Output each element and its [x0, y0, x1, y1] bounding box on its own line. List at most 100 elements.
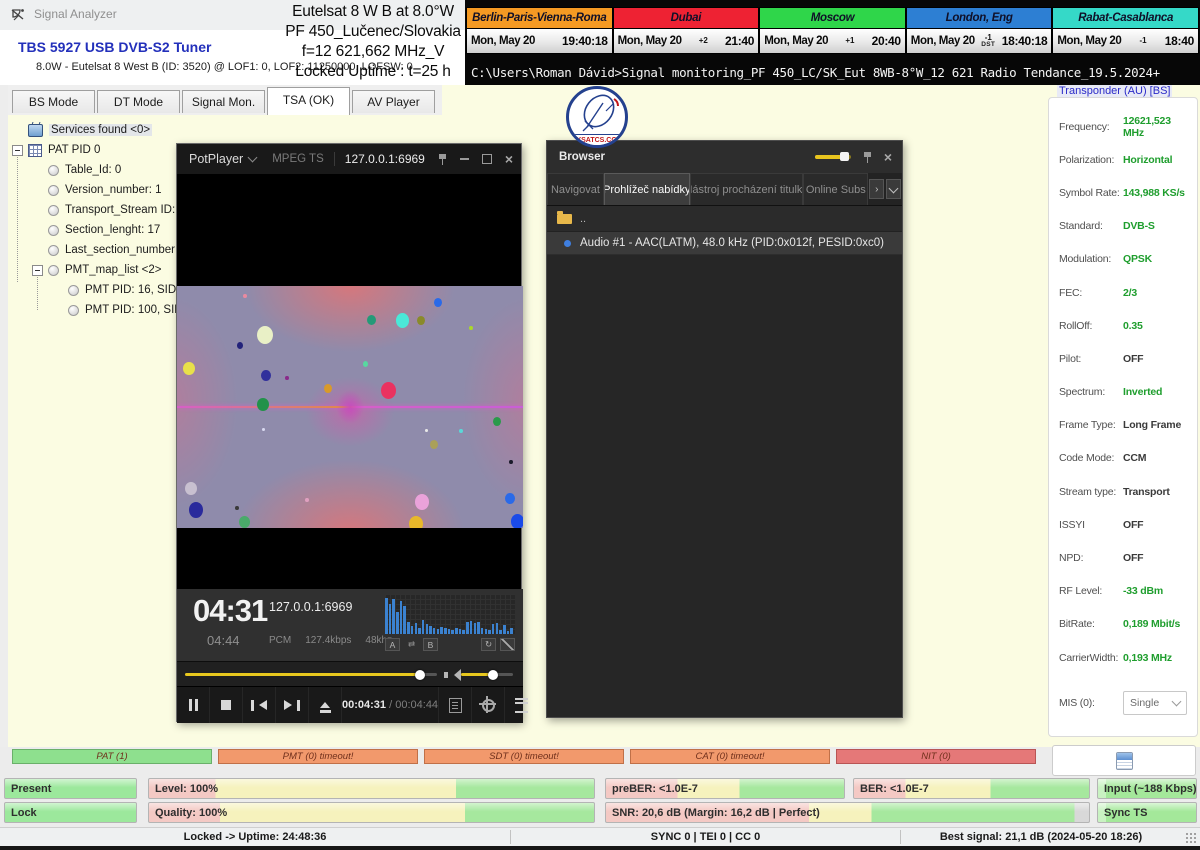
parent-directory-row[interactable]: ..	[547, 206, 902, 232]
next-button[interactable]	[276, 687, 309, 723]
menu-button[interactable]	[505, 687, 537, 723]
collapse-expander-icon[interactable]	[32, 265, 43, 276]
tp-value: OFF	[1123, 519, 1143, 531]
tp-label: ISSYI	[1059, 519, 1123, 531]
tree-item-pmt-map-list[interactable]: PMT_map_list <2>	[12, 260, 182, 280]
tab-scroll-right-icon[interactable]: ›	[869, 179, 884, 199]
tree-item-section-length[interactable]: Section_lenght: 17	[12, 220, 182, 240]
tp-label: Symbol Rate:	[1059, 187, 1123, 199]
tree-item-version[interactable]: Version_number: 1	[12, 180, 182, 200]
tree-item-ts-id[interactable]: Transport_Stream ID: 1	[12, 200, 182, 220]
tp-label: Frame Type:	[1059, 419, 1123, 431]
divider	[334, 152, 335, 166]
ab-swap-icon[interactable]: ⇄	[404, 638, 419, 651]
ab-repeat-b-button[interactable]: B	[423, 638, 438, 651]
tab-nastroj-titulku[interactable]: Nástroj procházení titulků	[690, 173, 804, 205]
table-icon	[28, 144, 42, 157]
chevron-down-icon	[1172, 697, 1182, 707]
tp-label: FEC:	[1059, 287, 1123, 299]
clock-berlin: Berlin-Paris-Vienna-Roma Mon, May 2019:4…	[466, 7, 613, 54]
video-area[interactable]	[177, 174, 521, 589]
resize-grip[interactable]	[1185, 832, 1197, 844]
tp-value: 143,988 KS/s	[1123, 187, 1185, 199]
tp-label: Standard:	[1059, 220, 1123, 232]
tp-value: 0,189 Mbit/s	[1123, 618, 1180, 630]
clock-date: Mon, May 20	[764, 35, 828, 47]
close-icon[interactable]: ×	[505, 152, 513, 166]
previous-button[interactable]	[243, 687, 276, 723]
mis-label: MIS (0):	[1059, 697, 1123, 709]
snr-bar: SNR: 20,6 dB (Margin: 16,2 dB | Perfect)	[605, 802, 1090, 823]
opacity-slider[interactable]	[815, 155, 851, 159]
uptime-status: Locked -> Uptime: 24:48:36	[0, 828, 510, 847]
tree-item-pat[interactable]: PAT PID 0	[12, 140, 182, 160]
potplayer-titlebar[interactable]: PotPlayer MPEG TS 127.0.0.1:6969 ×	[177, 144, 521, 174]
playlist-button[interactable]	[438, 687, 472, 723]
database-button[interactable]	[1052, 745, 1196, 776]
tab-tsa[interactable]: TSA (OK)	[267, 87, 350, 115]
collapse-expander-icon[interactable]	[12, 145, 23, 156]
potplayer-menu[interactable]: PotPlayer	[189, 152, 243, 166]
volume-knob[interactable]	[488, 670, 498, 680]
minimize-icon[interactable]	[460, 158, 469, 160]
seek-knob[interactable]	[415, 670, 425, 680]
loop-icon[interactable]: ↻	[481, 638, 496, 651]
tab-online-subs[interactable]: Online Subs	[803, 173, 868, 205]
expand-icon[interactable]	[500, 638, 515, 651]
tab-av-player[interactable]: AV Player	[352, 90, 435, 113]
pause-button[interactable]	[177, 687, 210, 723]
psi-bar-pat: PAT (1)	[12, 749, 212, 764]
signal-analyzer-window: Signal Analyzer TBS 5927 USB DVB-S2 Tune…	[0, 0, 1200, 850]
tree-item-pmt-100[interactable]: PMT PID: 100, SID: 0	[12, 300, 182, 320]
tree-item-last-section[interactable]: Last_section_number: 0	[12, 240, 182, 260]
eject-button[interactable]	[309, 687, 342, 723]
clock-city-label: Rabat-Casablanca	[1053, 8, 1198, 29]
browser-title: Browser	[559, 151, 605, 163]
annotation-line: PF 450_Lučenec/Slovakia	[281, 22, 465, 42]
audio-visualization	[177, 286, 523, 528]
tp-label: Stream type:	[1059, 486, 1123, 498]
tab-navigovat[interactable]: Navigovat	[547, 173, 604, 205]
mis-select[interactable]: Single	[1123, 691, 1187, 715]
status-bar: Locked -> Uptime: 24:48:36 SYNC 0 | TEI …	[0, 827, 1200, 847]
tab-bs-mode[interactable]: BS Mode	[12, 90, 95, 113]
clock-date: Mon, May 20	[1057, 35, 1121, 47]
tv-icon	[28, 124, 43, 137]
audio-track-row[interactable]: Audio #1 - AAC(LATM), 48.0 kHz (PID:0x01…	[547, 232, 902, 255]
tp-value: OFF	[1123, 552, 1143, 564]
window-title: Signal Analyzer	[34, 7, 117, 21]
tp-label: CarrierWidth:	[1059, 652, 1123, 664]
tree-item-pmt-16[interactable]: PMT PID: 16, SID: 0	[12, 280, 182, 300]
tp-label: Code Mode:	[1059, 452, 1123, 464]
tp-label: RF Level:	[1059, 585, 1123, 597]
annotation-line: Locked Uptime : t=25 h	[281, 62, 465, 82]
clock-moscow: Moscow Mon, May 20+120:40	[759, 7, 906, 54]
settings-gear-button[interactable]	[472, 687, 505, 723]
clock-time: 20:40	[872, 34, 901, 48]
pin-icon[interactable]	[438, 153, 447, 165]
stop-button[interactable]	[210, 687, 243, 723]
mode-tabstrip: BS Mode DT Mode Signal Mon. TSA (OK) AV …	[8, 85, 442, 115]
seek-bar[interactable]	[185, 673, 420, 676]
preber-bar: preBER: <1.0E-7	[605, 778, 845, 799]
clock-city-label: Berlin-Paris-Vienna-Roma	[467, 8, 612, 29]
tp-value: DVB-S	[1123, 220, 1155, 232]
tab-dt-mode[interactable]: DT Mode	[97, 90, 180, 113]
node-icon	[48, 245, 59, 256]
sync-ts-indicator: Sync TS	[1097, 802, 1197, 823]
level-bar: Level: 100%	[148, 778, 595, 799]
close-icon[interactable]: ×	[884, 150, 892, 164]
tree-item-table-id[interactable]: Table_Id: 0	[12, 160, 182, 180]
tab-prohlizec-nabidky[interactable]: Prohlížeč nabídky	[604, 173, 690, 205]
tab-overflow-icon[interactable]	[886, 179, 901, 199]
clock-time: 21:40	[725, 34, 754, 48]
pin-icon[interactable]	[863, 151, 872, 163]
ab-repeat-a-button[interactable]: A	[385, 638, 400, 651]
tp-value: OFF	[1123, 353, 1143, 365]
tab-signal-mon[interactable]: Signal Mon.	[182, 90, 265, 113]
world-clock-panel: Berlin-Paris-Vienna-Roma Mon, May 2019:4…	[465, 0, 1200, 85]
tree-item-services[interactable]: Services found <0>	[12, 120, 182, 140]
tp-label: BitRate:	[1059, 618, 1123, 630]
maximize-icon[interactable]	[482, 154, 492, 164]
volume-icon[interactable]	[448, 669, 461, 681]
